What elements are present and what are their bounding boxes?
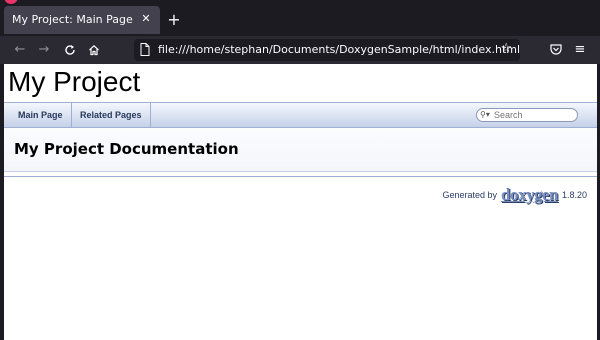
star-icon[interactable]: ☆ bbox=[500, 41, 512, 56]
footer-divider bbox=[4, 176, 597, 177]
home-icon[interactable] bbox=[84, 40, 104, 60]
generated-by-label: Generated by bbox=[442, 190, 497, 200]
page-content: My Project Main Page Related Pages ⚲▾ My… bbox=[4, 64, 597, 340]
plus-icon[interactable]: + bbox=[164, 10, 184, 30]
page-title: My Project Documentation bbox=[14, 140, 239, 158]
firefox-logo-icon bbox=[4, 0, 18, 4]
footer: Generated by doxygen 1.8.20 bbox=[442, 184, 587, 206]
search-input[interactable] bbox=[494, 109, 572, 121]
tab-bar: My Project: Main Page ✕ + bbox=[0, 0, 600, 36]
tab-main-page-link[interactable]: Main Page bbox=[10, 103, 72, 127]
pocket-icon[interactable] bbox=[546, 40, 566, 60]
doxygen-logo-link[interactable]: doxygen bbox=[501, 185, 558, 205]
arrow-left-icon[interactable]: ← bbox=[10, 40, 30, 60]
arrow-right-icon[interactable]: → bbox=[34, 40, 54, 60]
doxygen-nav-tabs: Main Page Related Pages ⚲▾ bbox=[4, 102, 597, 128]
tab-main-page[interactable]: My Project: Main Page ✕ bbox=[4, 6, 160, 34]
navigation-toolbar: ← → file:///home/stephan/Documents/Doxyg… bbox=[0, 36, 600, 64]
page-icon bbox=[140, 43, 150, 56]
tab-title: My Project: Main Page bbox=[12, 13, 133, 26]
project-name: My Project bbox=[8, 66, 141, 97]
hamburger-menu-icon[interactable]: ≡ bbox=[570, 40, 590, 60]
url-bar[interactable]: file:///home/stephan/Documents/DoxygenSa… bbox=[134, 39, 520, 61]
search-box[interactable]: ⚲▾ bbox=[476, 108, 578, 122]
url-text[interactable]: file:///home/stephan/Documents/DoxygenSa… bbox=[158, 43, 520, 56]
close-icon[interactable]: ✕ bbox=[138, 11, 154, 27]
tab-related-pages-link[interactable]: Related Pages bbox=[72, 103, 151, 127]
search-icon[interactable]: ⚲▾ bbox=[480, 110, 494, 120]
doxygen-version: 1.8.20 bbox=[561, 190, 587, 200]
reload-icon[interactable] bbox=[60, 40, 80, 60]
page-header: My Project Documentation bbox=[4, 128, 597, 172]
